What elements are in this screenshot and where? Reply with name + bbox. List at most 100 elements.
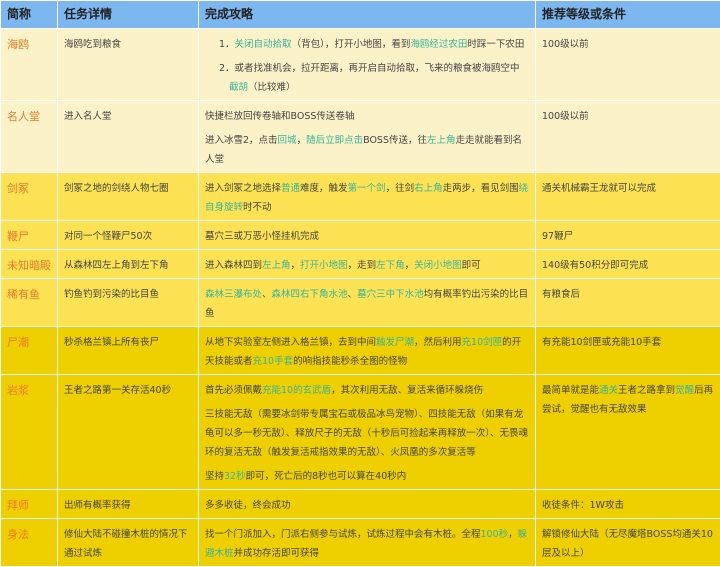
strategy-paragraph: 进入森林四到左上角，打开小地图，走到左下角，关闭小地图即可 [205,256,529,275]
table-row: 鞭尸对同一个怪鞭尸50次墓穴三或万恶小怪挂机完成97鞭尸 [1,221,720,250]
table-row: 尸潮秒杀格兰镇上所有丧尸从地下实验室左侧进入格兰镇，去到中间触发尸潮，然后利用充… [1,327,720,375]
quest-detail: 从森林四左上角到左下角 [58,250,199,279]
quest-condition: 100级以前 [536,101,720,173]
highlight-text: 随后立即点击 [306,135,363,146]
quest-condition: 100级以前 [536,29,720,101]
highlight-text: 回城 [278,135,297,146]
text-segment: 即可 [462,260,481,271]
highlight-text: 森林四右下角水池 [272,289,348,300]
quest-condition: 通关机械霸王龙就可以完成 [536,173,720,221]
strategy-paragraph: 进入剑冢之地选择普通难度，触发第一个剑，往剑右上角走两步，看见剑围绕自身旋转时不… [205,179,529,217]
table-row: 海鸥海鸥吃到粮食1．关闭自动拾取（背包），打开小地图，看到海鸥经过农田时踩一下农… [1,29,720,101]
quest-condition: 解锁修仙大陆（无尽魔塔BOSS均通关10层及以上） [536,519,720,567]
text-segment: 进入剑冢之地选择 [205,183,281,194]
text-segment: 走两步，看见剑围 [443,183,519,194]
highlight-text: 觉醒 [675,385,694,396]
text-segment: 时不动 [243,202,272,213]
quest-detail: 进入名人堂 [58,101,199,173]
table-row: 拜师出师有概率获得多多收徒，终会成功 收徒条件：1W攻击 [1,490,720,519]
table-row: 岩浆王者之路第一关存活40秒首先必须佩戴充能10的玄武盾，其次利用无敌、复活来循… [1,375,720,490]
text-segment: ， [297,135,307,146]
quest-detail: 出师有概率获得 [58,490,199,519]
text-segment: 多多收徒，终会成功 [205,500,291,511]
quest-detail: 钓鱼钓到污染的比目鱼 [58,279,199,327]
strategy-paragraph: 2．或者找准机会，拉开距离，再开启自动拾取，飞来的粮食被海鸥空中截胡（比较难） [213,59,529,97]
table-row: 未知暗殿从森林四左上角到左下角进入森林四到左上角，打开小地图，走到左下角，关闭小… [1,250,720,279]
quest-name: 岩浆 [1,375,58,490]
quest-name: 鞭尸 [1,221,58,250]
quest-name: 拜师 [1,490,58,519]
strategy-paragraph: 进入冰雪2，点击回城，随后立即点击BOSS传送，往左上角走走就能看到名人堂 [205,131,529,169]
table-header-row: 简称 任务详情 完成攻略 推荐等级或条件 [1,1,720,29]
highlight-text: 100秒 [481,529,509,540]
quest-strategy: 进入森林四到左上角，打开小地图，走到左下角，关闭小地图即可 [199,250,536,279]
quest-name: 名人堂 [1,101,58,173]
quest-condition: 有粮食后 [536,279,720,327]
text-segment: 进入森林四到 [205,260,262,271]
strategy-paragraph: 墓穴三或万恶小怪挂机完成 [205,227,529,246]
highlight-text: 截胡 [229,82,248,93]
table-row: 剑冢剑冢之地的剑绕人物七圈进入剑冢之地选择普通难度，触发第一个剑，往剑右上角走两… [1,173,720,221]
quest-condition: 收徒条件：1W攻击 [536,490,720,519]
highlight-text: 充10手套 [253,356,294,367]
text-segment: 2．或者找准机会，拉开距离，再开启自动拾取，飞来的粮食被海鸥空中 [219,63,520,74]
strategy-paragraph: 找一个门派加入，门派右侧参与试炼，试炼过程中会有木桩。全程100秒，躲避木桩并成… [205,525,529,563]
text-segment: （背包），打开小地图，看到 [292,39,411,50]
text-segment: 并成功存活即可获得 [234,548,320,559]
quest-name: 未知暗殿 [1,250,58,279]
text-segment: ， [508,529,518,540]
highlight-text: 第一个剑 [348,183,386,194]
highlight-text: 左上角 [262,260,291,271]
highlight-text: 充能10的玄武盾 [262,385,331,396]
highlight-text: 森林三瀑布处 [205,289,262,300]
header-detail: 任务详情 [58,1,199,29]
text-segment: BOSS传送，往 [363,135,427,146]
quest-condition: 140级有50积分即可完成 [536,250,720,279]
highlight-text: 普通 [281,183,300,194]
highlight-text: 打开小地图 [300,260,348,271]
strategy-paragraph: 多多收徒，终会成功 [205,496,529,515]
table-row: 名人堂进入名人堂快捷栏放回传卷轴和BOSS传送卷轴进入冰雪2，点击回城，随后立即… [1,101,720,173]
quest-name: 尸潮 [1,327,58,375]
strategy-paragraph: 首先必须佩戴充能10的玄武盾，其次利用无敌、复活来循环躲烧伤 [205,381,529,400]
text-segment: ， [405,260,415,271]
text-segment: 从地下实验室左侧进入格兰镇，去到中间 [205,337,376,348]
quest-detail: 秒杀格兰镇上所有丧尸 [58,327,199,375]
highlight-text: 右上角 [414,183,443,194]
quest-detail: 海鸥吃到粮食 [58,29,199,101]
text-segment: 首先必须佩戴 [205,385,262,396]
highlight-text: 墓穴三中下水池 [357,289,424,300]
text-segment: 快捷栏放回传卷轴和BOSS传送卷轴 [205,111,354,122]
text-segment: 三技能无敌（需要冰剑带专属宝石或极品冰鸟宠物）、四技能无敌（如果有龙龟可以多一秒… [205,409,528,458]
highlight-text: 关闭小地图 [414,260,462,271]
text-segment: 找一个门派加入，门派右侧参与试炼，试炼过程中会有木桩。全程 [205,529,481,540]
strategy-paragraph: 森林三瀑布处、森林四右下角水池、墓穴三中下水池均有概率钓出污染的比目鱼 [205,285,529,323]
quest-condition: 有充能10剑匣或充能10手套 [536,327,720,375]
highlight-text: 32秒 [224,471,246,482]
table-row: 稀有鱼钓鱼钓到污染的比目鱼森林三瀑布处、森林四右下角水池、墓穴三中下水池均有概率… [1,279,720,327]
text-segment: ，然后利用 [414,337,462,348]
text-segment: ，往剑 [386,183,415,194]
quest-name: 剑冢 [1,173,58,221]
header-name: 简称 [1,1,58,29]
highlight-text: 充10剑匣 [462,337,503,348]
text-segment: 的响指技能秒杀全图的怪物 [293,356,407,367]
text-segment: ，其次利用无敌、复活来循环躲烧伤 [331,385,483,396]
highlight-text: 左下角 [376,260,405,271]
quest-strategy: 墓穴三或万恶小怪挂机完成 [199,221,536,250]
highlight-text: 触发尸潮 [376,337,414,348]
text-segment: 最简单就是能 [542,385,599,396]
highlight-text: 通关 [599,385,618,396]
text-segment: 墓穴三或万恶小怪挂机完成 [205,231,319,242]
quest-strategy: 从地下实验室左侧进入格兰镇，去到中间触发尸潮，然后利用充10剑匣的开天技能或者充… [199,327,536,375]
text-segment: 进入冰雪2，点击 [205,135,278,146]
highlight-text: 左上角 [427,135,456,146]
quest-detail: 王者之路第一关存活40秒 [58,375,199,490]
quest-detail: 修仙大陆不碰撞木桩的情况下通过试炼 [58,519,199,567]
text-segment: 王者之路拿到 [618,385,675,396]
quest-condition: 最简单就是能通关王者之路拿到觉醒后再尝试，觉醒也有无敌效果 [536,375,720,490]
quest-detail: 对同一个怪鞭尸50次 [58,221,199,250]
text-segment: 、 [262,289,272,300]
strategy-paragraph: 1．关闭自动拾取（背包），打开小地图，看到海鸥经过农田时踩一下农田 [213,35,529,54]
header-strategy: 完成攻略 [199,1,536,29]
